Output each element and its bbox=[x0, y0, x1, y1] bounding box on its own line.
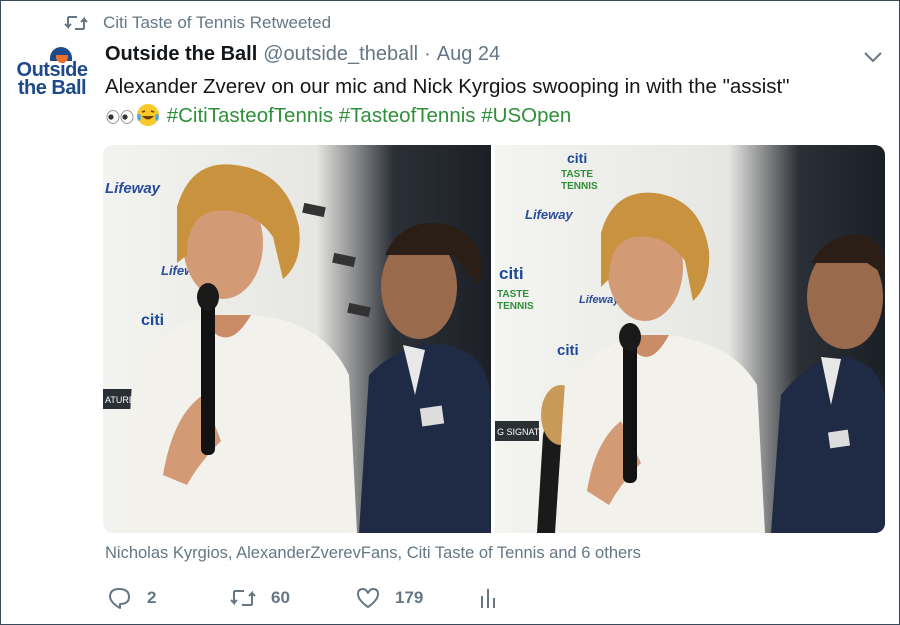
like-button[interactable]: 179 bbox=[355, 586, 479, 610]
tweet-header: Outside the Ball @outside_theball · Aug … bbox=[105, 43, 500, 66]
backdrop-signature-text: ATURE bbox=[105, 395, 135, 405]
backdrop-citi-text-4: citi bbox=[557, 342, 579, 359]
backdrop-lifeway-text-3: Lifeway bbox=[525, 207, 573, 222]
eyes-emoji-icon bbox=[106, 109, 134, 124]
retweet-action-icon bbox=[230, 590, 256, 606]
backdrop-tennis-text-2: TENNIS bbox=[497, 301, 534, 312]
photo-right[interactable]: citi TASTE TENNIS Lifeway citi TASTE TEN… bbox=[495, 145, 885, 533]
logo-cap-icon bbox=[50, 47, 72, 63]
like-count: 179 bbox=[395, 588, 424, 607]
tweet-text: Alexander Zverev on our mic and Nick Kyr… bbox=[105, 72, 885, 130]
backdrop-taste-text: TASTE bbox=[561, 169, 593, 180]
backdrop-citi-text-2: citi bbox=[567, 150, 587, 166]
analytics-button[interactable] bbox=[479, 586, 511, 610]
tweet-text-line2: #CitiTasteofTennis #TasteofTennis #USOpe… bbox=[105, 101, 885, 130]
chevron-down-icon[interactable] bbox=[861, 47, 885, 67]
photo-left-image: Lifeway Lifeway citi ATURE bbox=[103, 145, 491, 533]
avatar[interactable]: Outside the Ball bbox=[13, 47, 91, 113]
photo-left[interactable]: Lifeway Lifeway citi ATURE bbox=[103, 145, 491, 533]
avatar-logo-line2: the Ball bbox=[17, 77, 87, 99]
tweet-text-line: Alexander Zverev on our mic and Nick Kyr… bbox=[105, 75, 790, 98]
backdrop-taste-text-2: TASTE bbox=[497, 289, 529, 300]
author-name[interactable]: Outside the Ball bbox=[105, 43, 257, 66]
backdrop-lifeway-text: Lifeway bbox=[105, 180, 161, 197]
retweet-button[interactable]: 60 bbox=[229, 587, 355, 609]
backdrop-citi-text-3: citi bbox=[499, 264, 524, 283]
tweet-card: Citi Taste of Tennis Retweeted Outside t… bbox=[0, 0, 900, 625]
reply-count: 2 bbox=[147, 588, 157, 607]
retweet-icon bbox=[64, 16, 88, 30]
laughing-tears-emoji-icon bbox=[137, 104, 159, 126]
tweet-actions: 2 60 179 bbox=[107, 586, 511, 610]
header-separator: · bbox=[424, 43, 431, 65]
retweet-context[interactable]: Citi Taste of Tennis Retweeted bbox=[63, 13, 331, 33]
tagged-users[interactable]: Nicholas Kyrgios, AlexanderZverevFans, C… bbox=[105, 544, 641, 563]
reply-button[interactable]: 2 bbox=[107, 586, 229, 610]
hashtag-link[interactable]: #USOpen bbox=[481, 104, 571, 127]
media-grid: Lifeway Lifeway citi ATURE citi TASTE TE… bbox=[103, 145, 885, 533]
backdrop-signature-text-2: G SIGNAT bbox=[497, 427, 540, 437]
author-handle[interactable]: @outside_theball bbox=[263, 43, 418, 66]
hashtag-link[interactable]: #TasteofTennis bbox=[339, 104, 476, 127]
photo-right-image: citi TASTE TENNIS Lifeway citi TASTE TEN… bbox=[495, 145, 885, 533]
backdrop-citi-text: citi bbox=[141, 312, 164, 329]
heart-icon bbox=[357, 588, 379, 608]
backdrop-tennis-text: TENNIS bbox=[561, 181, 598, 192]
hashtag-link[interactable]: #CitiTasteofTennis bbox=[167, 104, 333, 127]
tweet-date[interactable]: Aug 24 bbox=[437, 43, 500, 66]
retweet-context-text: Citi Taste of Tennis Retweeted bbox=[103, 13, 332, 32]
analytics-icon bbox=[481, 589, 495, 608]
reply-icon bbox=[109, 588, 130, 609]
retweet-count: 60 bbox=[271, 588, 290, 607]
